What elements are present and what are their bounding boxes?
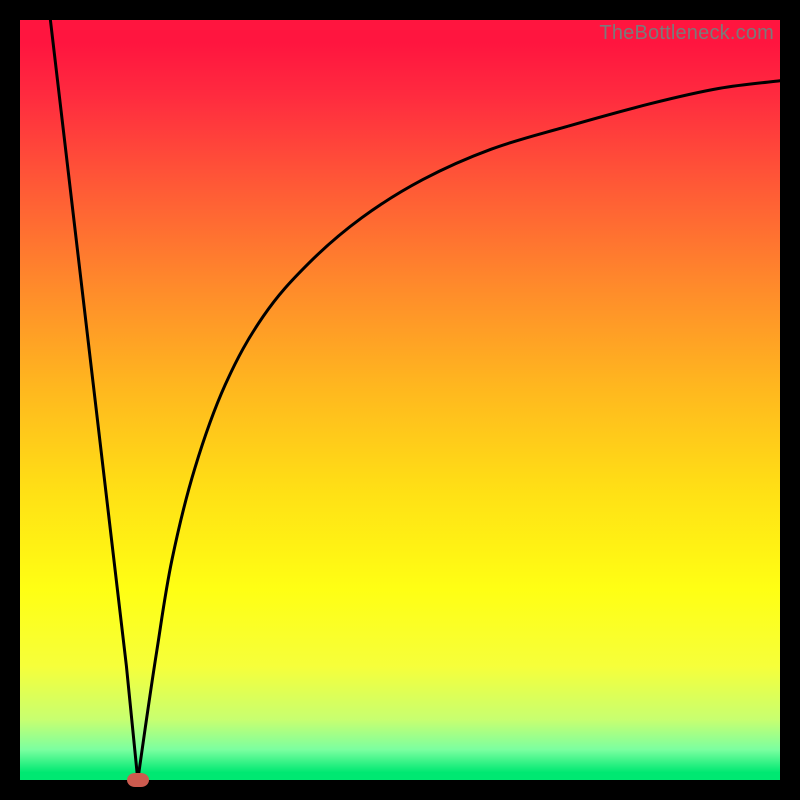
- optimal-point-marker: [127, 773, 149, 787]
- curve-left-branch: [50, 20, 137, 780]
- curve-right-branch: [138, 81, 780, 780]
- plot-area: [20, 20, 780, 780]
- chart-frame: TheBottleneck.com: [20, 20, 780, 780]
- watermark-text: TheBottleneck.com: [599, 22, 774, 45]
- bottleneck-curve: [20, 20, 780, 780]
